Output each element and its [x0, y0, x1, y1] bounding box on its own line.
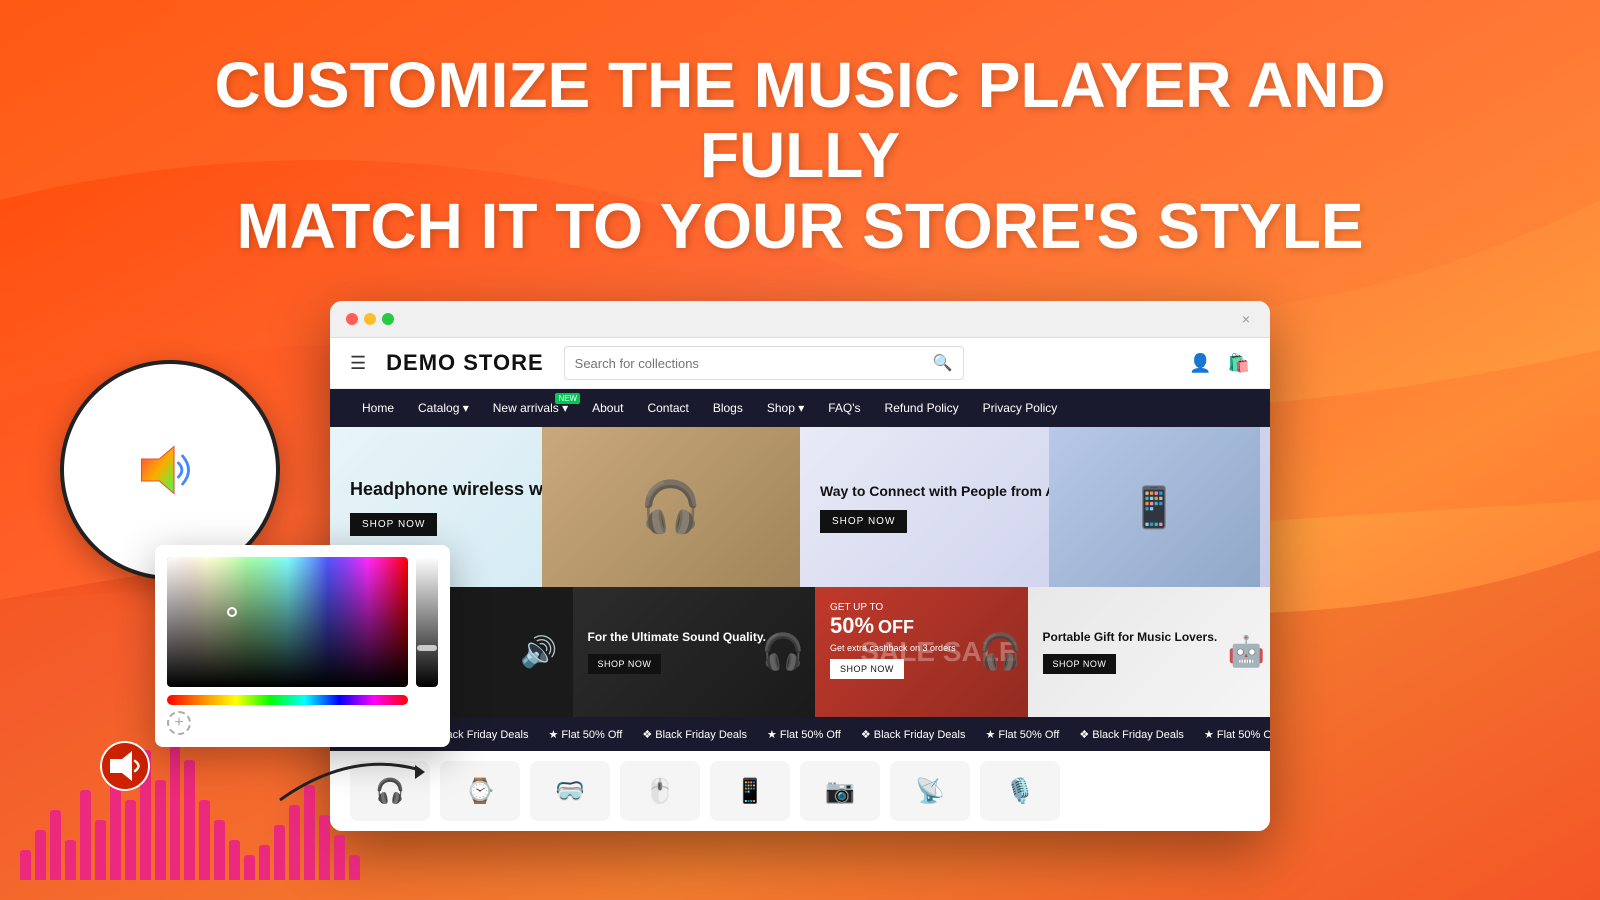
product-thumb-2[interactable]: ⌚ — [440, 761, 520, 821]
nav-shop[interactable]: Shop ▾ — [755, 389, 816, 427]
store-logo: DEMO STORE — [386, 350, 544, 376]
header-icons: 👤 🛍️ — [1189, 353, 1250, 374]
product-thumb-6[interactable]: 📷 — [800, 761, 880, 821]
store-navigation: Home Catalog ▾ New arrivals ▾ About Cont… — [330, 389, 1270, 427]
hero-right: Way to Connect with People from All Over… — [800, 427, 1270, 587]
products-row: 🎧 ⌚ 🥽 🖱️ 📱 📷 📡 🎙️ — [330, 751, 1270, 831]
eq-bar-11 — [184, 760, 195, 880]
ticker-item: ❖ Black Friday Deals — [861, 728, 966, 741]
ticker-item: ★ Flat 50% Off — [767, 728, 841, 741]
headline-line1: CUSTOMIZE THE MUSIC PLAYER AND FULLY — [214, 49, 1385, 191]
product-thumb-5[interactable]: 📱 — [710, 761, 790, 821]
card-2-title: For the Ultimate Sound Quality. — [588, 630, 766, 644]
nav-privacy[interactable]: Privacy Policy — [971, 389, 1070, 427]
eq-bar-0 — [20, 850, 31, 880]
main-headline: CUSTOMIZE THE MUSIC PLAYER AND FULLY MAT… — [150, 50, 1450, 261]
eq-bar-16 — [259, 845, 270, 880]
nav-refund[interactable]: Refund Policy — [873, 389, 971, 427]
product-thumb-8[interactable]: 🎙️ — [980, 761, 1060, 821]
ticker-item: ❖ Black Friday Deals — [1079, 728, 1184, 741]
eq-bar-9 — [155, 780, 166, 880]
card-4-title: Portable Gift for Music Lovers. — [1043, 630, 1218, 644]
browser-close-icon[interactable]: × — [1238, 311, 1254, 327]
ticker-item: ★ Flat 50% Off — [985, 728, 1059, 741]
eq-bar-17 — [274, 825, 285, 880]
hue-slider[interactable] — [167, 695, 408, 705]
nav-new-arrivals[interactable]: New arrivals ▾ — [481, 389, 580, 427]
product-card-4: Portable Gift for Music Lovers. SHOP NOW… — [1028, 587, 1271, 717]
dot-red[interactable] — [346, 313, 358, 325]
eq-bar-20 — [319, 815, 330, 880]
card-3-badge: GET UP TO — [830, 602, 1013, 613]
ticker-item: ★ Flat 50% Off — [548, 728, 622, 741]
hero-left-shop-btn[interactable]: SHOP NOW — [350, 513, 437, 536]
color-add-button[interactable]: + — [167, 711, 191, 735]
eq-bar-14 — [229, 840, 240, 880]
speaker-svg — [135, 435, 205, 505]
card-4-text: Portable Gift for Music Lovers. SHOP NOW — [1043, 630, 1218, 674]
eq-bar-15 — [244, 855, 255, 880]
eq-bar-10 — [170, 730, 181, 880]
ticker: ★ Flat 50% Off ❖ Black Friday Deals ★ Fl… — [330, 717, 1270, 751]
user-icon[interactable]: 👤 — [1189, 353, 1211, 374]
eq-bar-13 — [214, 820, 225, 880]
nav-catalog[interactable]: Catalog ▾ — [406, 389, 481, 427]
eq-bar-5 — [95, 820, 106, 880]
eq-bar-21 — [334, 835, 345, 880]
product-thumb-7[interactable]: 📡 — [890, 761, 970, 821]
product-thumb-4[interactable]: 🖱️ — [620, 761, 700, 821]
card-3-off: OFF — [878, 617, 914, 638]
browser-window: × ☰ DEMO STORE 🔍 👤 🛍️ Home Catalog ▾ New… — [330, 301, 1270, 831]
store-header: ☰ DEMO STORE 🔍 👤 🛍️ — [330, 338, 1270, 389]
color-picker[interactable]: + — [155, 545, 450, 747]
card-2-text: For the Ultimate Sound Quality. SHOP NOW — [588, 630, 766, 674]
eq-bar-2 — [50, 810, 61, 880]
hero-right-shop-btn[interactable]: SHOP NOW — [820, 510, 907, 533]
product-cards: Speaker 's 🔊 For the Ultimate Sound Qual… — [330, 587, 1270, 717]
nav-faqs[interactable]: FAQ's — [816, 389, 872, 427]
headline-line2: MATCH IT TO YOUR STORE'S STYLE — [236, 190, 1363, 262]
sound-icon-button[interactable] — [100, 741, 150, 800]
hamburger-icon[interactable]: ☰ — [350, 353, 366, 374]
eq-bar-7 — [125, 800, 136, 880]
ticker-content: ★ Flat 50% Off ❖ Black Friday Deals ★ Fl… — [330, 728, 1270, 741]
browser-dots — [346, 313, 394, 325]
nav-home[interactable]: Home — [350, 389, 406, 427]
nav-contact[interactable]: Contact — [635, 389, 700, 427]
search-icon[interactable]: 🔍 — [933, 353, 953, 373]
eq-bar-12 — [199, 800, 210, 880]
dot-green[interactable] — [382, 313, 394, 325]
ticker-item: ★ Flat 50% Off — [1204, 728, 1270, 741]
card-4-shop-btn[interactable]: SHOP NOW — [1043, 654, 1117, 674]
nav-blogs[interactable]: Blogs — [701, 389, 755, 427]
eq-bar-22 — [349, 855, 360, 880]
hero-section: Headphone wireless with Lightning Chargi… — [330, 427, 1270, 587]
eq-bar-3 — [65, 840, 76, 880]
product-card-3: GET UP TO 50% OFF Get extra cashback on … — [815, 587, 1028, 717]
product-thumb-3[interactable]: 🥽 — [530, 761, 610, 821]
product-card-2: For the Ultimate Sound Quality. SHOP NOW… — [573, 587, 816, 717]
eq-bar-1 — [35, 830, 46, 880]
search-bar[interactable]: 🔍 — [564, 346, 964, 380]
card-2-shop-btn[interactable]: SHOP NOW — [588, 654, 662, 674]
cart-icon[interactable]: 🛍️ — [1228, 353, 1250, 374]
browser-chrome: × — [330, 301, 1270, 338]
search-input[interactable] — [575, 356, 925, 371]
nav-about[interactable]: About — [580, 389, 635, 427]
eq-bar-18 — [289, 805, 300, 880]
ticker-item: ❖ Black Friday Deals — [642, 728, 747, 741]
brightness-slider[interactable] — [416, 557, 438, 687]
arrow-line — [270, 730, 430, 815]
dot-yellow[interactable] — [364, 313, 376, 325]
eq-bar-4 — [80, 790, 91, 880]
